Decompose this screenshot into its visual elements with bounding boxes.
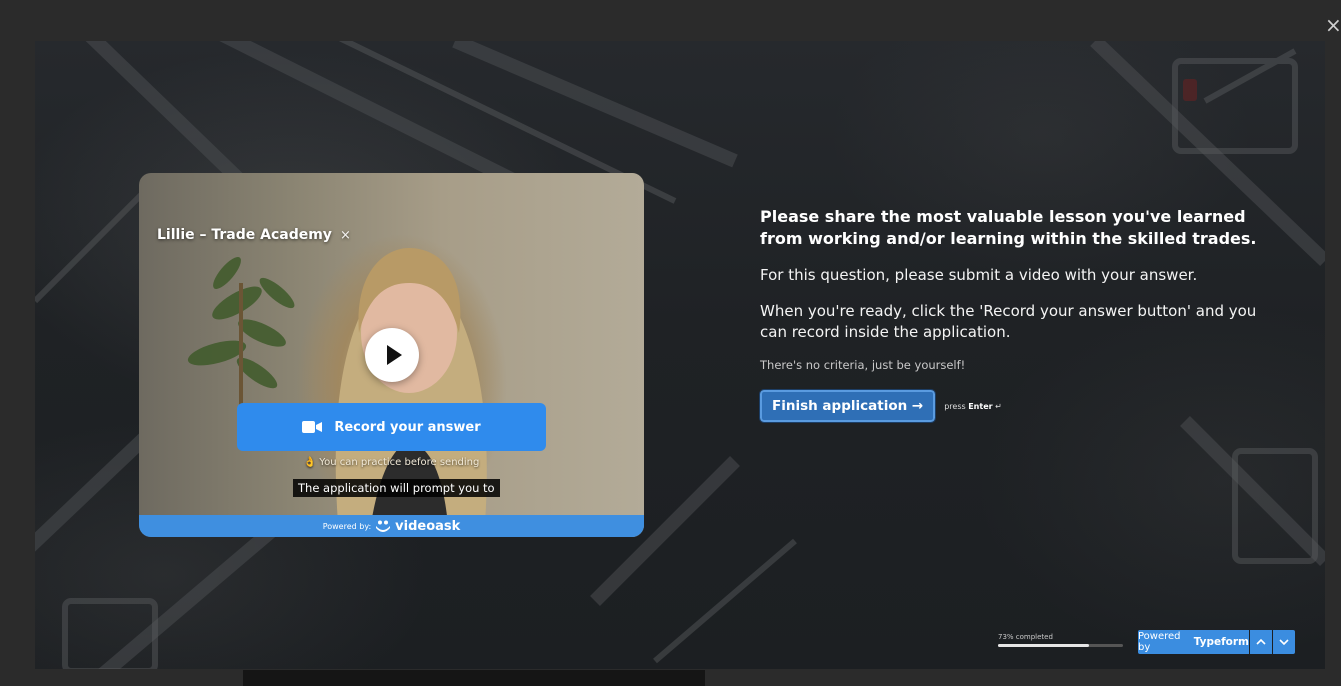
progress-indicator: 73% completed <box>998 633 1123 647</box>
typeform-powered-prefix: Powered by <box>1138 631 1181 653</box>
record-answer-button[interactable]: Record your answer <box>237 403 546 451</box>
videoask-player[interactable]: Lillie – Trade Academy × Record your answ… <box>139 173 644 537</box>
video-title-text: Lillie – Trade Academy <box>157 227 332 243</box>
previous-question-button[interactable] <box>1250 630 1272 654</box>
press-hint-prefix: press <box>944 401 966 411</box>
typeform-modal: Lillie – Trade Academy × Record your answ… <box>35 41 1325 669</box>
question-note: There's no criteria, just be yourself! <box>760 358 966 372</box>
video-camera-icon <box>302 421 323 433</box>
question-panel: Please share the most valuable lesson yo… <box>758 206 1280 423</box>
close-icon[interactable]: × <box>1325 14 1341 36</box>
videoask-logo-icon <box>376 520 391 532</box>
question-paragraph-2: When you're ready, click the 'Record you… <box>760 302 1257 341</box>
press-hint-key: Enter <box>968 401 993 411</box>
videoask-brand: videoask <box>395 518 461 534</box>
enter-icon: ↵ <box>995 401 1002 411</box>
finish-application-button[interactable]: Finish application → <box>758 389 937 423</box>
typeform-brand: Typeform <box>1193 636 1249 648</box>
videoask-powered-bar[interactable]: Powered by: videoask <box>139 515 644 537</box>
question-title: Please share the most valuable lesson yo… <box>760 207 1257 248</box>
chevron-up-icon <box>1256 639 1266 645</box>
video-title-close-icon[interactable]: × <box>340 228 351 243</box>
video-title: Lillie – Trade Academy × <box>157 227 351 243</box>
practice-hint: 👌 You can practice before sending <box>139 457 644 468</box>
question-paragraph-1: For this question, please submit a video… <box>760 266 1198 284</box>
ok-hand-icon: 👌 <box>303 457 317 468</box>
chevron-down-icon <box>1279 639 1289 645</box>
page-background-strip <box>243 670 705 686</box>
next-question-button[interactable] <box>1273 630 1295 654</box>
progress-fill <box>998 644 1090 647</box>
action-row: Finish application → press Enter ↵ <box>758 389 1280 423</box>
progress-label: 73% completed <box>998 633 1053 641</box>
progress-track <box>998 644 1123 647</box>
powered-by-typeform-button[interactable]: Powered by Typeform <box>1138 630 1249 654</box>
powered-by-label: Powered by: <box>322 521 372 531</box>
play-icon <box>387 345 402 365</box>
practice-hint-text: You can practice before sending <box>319 457 480 468</box>
record-answer-label: Record your answer <box>334 419 481 435</box>
press-enter-hint: press Enter ↵ <box>944 402 1002 411</box>
video-caption: The application will prompt you to <box>293 479 500 497</box>
play-button[interactable] <box>365 328 419 382</box>
